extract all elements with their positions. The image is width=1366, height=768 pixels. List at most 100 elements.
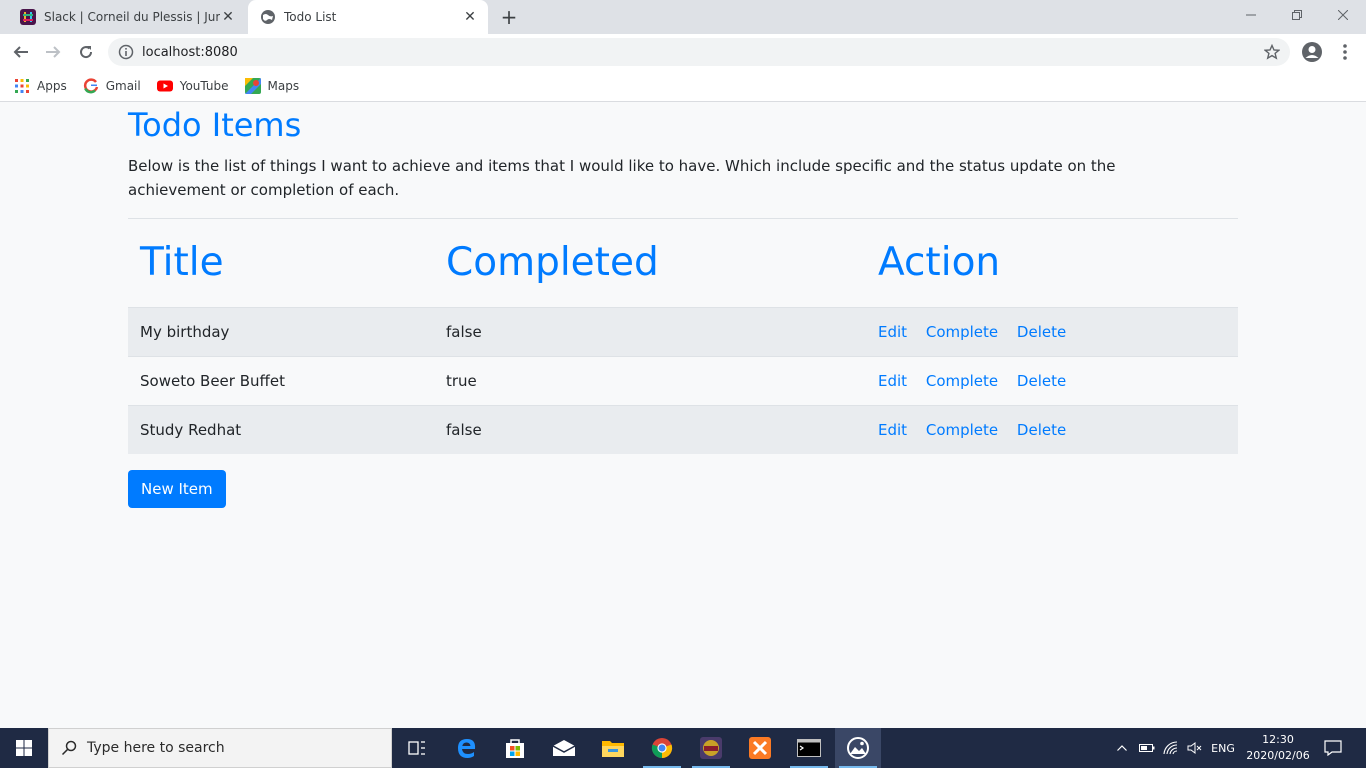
photos-icon [847,737,869,759]
bookmark-label: YouTube [179,78,229,93]
taskbar-edge[interactable] [444,728,490,768]
taskbar-terminal[interactable] [786,728,832,768]
edit-link[interactable]: Edit [878,372,907,390]
profile-avatar-icon[interactable] [1301,41,1323,63]
delete-link[interactable]: Delete [1017,421,1066,439]
tab-title: Todo List [284,10,337,24]
todo-title-cell: Study Redhat [128,404,434,454]
complete-link[interactable]: Complete [926,372,998,390]
taskbar-search[interactable]: Type here to search [48,728,392,768]
edit-link[interactable]: Edit [878,323,907,341]
new-tab-button[interactable]: + [498,6,520,28]
arrow-right-icon [46,46,61,58]
chrome-icon [651,738,673,759]
youtube-icon [156,80,173,91]
url-text: localhost:8080 [142,44,238,60]
search-placeholder: Type here to search [87,740,225,756]
arrow-left-icon [13,46,28,58]
back-button[interactable] [8,39,34,65]
column-header-title: Title [140,240,224,286]
close-icon[interactable]: ✕ [462,9,478,25]
bookmarks-bar: Apps Gmail YouTube Maps [0,70,1366,102]
taskbar-clock[interactable]: 12:30 2020/02/06 [1240,732,1316,764]
battery-tray[interactable] [1136,728,1158,768]
reload-button[interactable] [73,39,99,65]
start-button[interactable] [0,728,48,768]
restore-icon [1292,10,1302,20]
forward-button[interactable] [40,39,66,65]
complete-link[interactable]: Complete [926,323,998,341]
taskbar-mail[interactable] [541,728,587,768]
table-row: My birthday false Edit Complete Delete [128,306,1238,356]
edge-icon [458,739,476,758]
bookmark-youtube[interactable]: YouTube [156,78,229,94]
mail-icon [552,740,576,756]
browser-toolbar: localhost:8080 [0,34,1366,70]
browser-tab-bar: Slack | Corneil du Plessis | JumpC ✕ Tod… [0,0,1366,34]
search-icon [61,740,77,756]
show-hidden-icons[interactable] [1112,728,1132,768]
browser-tab-slack[interactable]: Slack | Corneil du Plessis | JumpC ✕ [8,0,246,34]
content-container: Todo Items Below is the list of things I… [128,103,1238,508]
restore-button[interactable] [1274,0,1320,30]
window-close-button[interactable] [1320,0,1366,30]
table-row: Soweto Beer Buffet true Edit Complete De… [128,355,1238,405]
network-tray[interactable] [1160,728,1182,768]
todo-completed-cell: false [434,404,866,454]
action-center[interactable] [1320,728,1346,768]
table-header-row: Title Completed Action [128,219,1238,307]
todo-table: Title Completed Action My birthday false… [128,219,1238,454]
taskbar-task-view[interactable] [394,728,440,768]
info-icon[interactable] [118,44,134,60]
taskbar-xampp[interactable] [737,728,783,768]
todo-action-cell: Edit Complete Delete [866,404,1238,454]
vertical-dots-icon [1343,44,1347,60]
taskbar-photos[interactable] [835,728,881,768]
todo-completed-cell: true [434,355,866,405]
chevron-up-icon [1117,745,1127,751]
page-title: Todo Items [128,106,302,144]
todo-action-cell: Edit Complete Delete [866,355,1238,405]
apps-grid-icon [15,78,29,93]
star-icon[interactable] [1264,44,1280,60]
bookmark-maps[interactable]: Maps [244,77,299,94]
column-header-completed: Completed [446,240,659,286]
close-icon[interactable]: ✕ [220,9,236,25]
taskbar-file-explorer[interactable] [590,728,636,768]
task-view-icon [408,741,425,755]
globe-icon [261,10,275,24]
browser-tab-todo-list[interactable]: Todo List ✕ [248,0,488,34]
edit-link[interactable]: Edit [878,421,907,439]
column-header-action: Action [878,240,1001,286]
clock-date: 2020/02/06 [1246,749,1310,762]
maps-icon [244,77,261,94]
menu-button[interactable] [1334,41,1356,63]
terminal-icon [797,739,821,757]
volume-tray[interactable] [1184,728,1206,768]
delete-link[interactable]: Delete [1017,372,1066,390]
table-row: Study Redhat false Edit Complete Delete [128,404,1238,454]
input-language[interactable]: ENG [1208,728,1238,768]
address-bar[interactable]: localhost:8080 [108,38,1290,66]
minimize-icon [1246,14,1256,16]
todo-action-cell: Edit Complete Delete [866,306,1238,356]
wifi-icon [1163,741,1178,755]
clock-time: 12:30 [1262,733,1294,746]
minimize-button[interactable] [1228,0,1274,30]
taskbar-store[interactable] [492,728,538,768]
bookmark-label: Gmail [105,78,141,93]
taskbar-app[interactable] [688,728,734,768]
complete-link[interactable]: Complete [926,421,998,439]
bookmark-label: Apps [37,78,67,93]
file-explorer-icon [602,741,624,757]
page-viewport: Todo Items Below is the list of things I… [0,103,1366,728]
taskbar-chrome[interactable] [639,728,685,768]
store-icon [506,739,524,758]
bookmark-apps[interactable]: Apps [14,78,67,94]
new-item-button[interactable]: New Item [128,470,226,508]
delete-link[interactable]: Delete [1017,323,1066,341]
bookmark-gmail[interactable]: Gmail [83,77,141,94]
xampp-icon [749,737,771,759]
close-icon [1338,10,1348,20]
google-icon [83,77,98,93]
